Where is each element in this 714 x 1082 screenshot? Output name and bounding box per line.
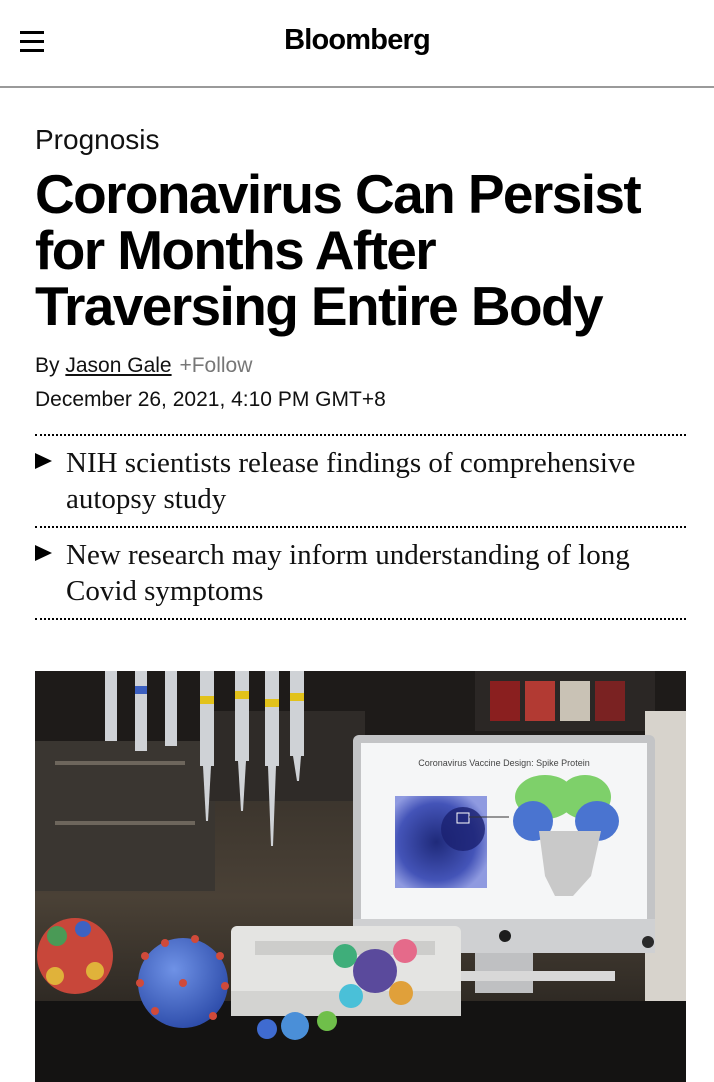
triangle-bullet-icon [35, 453, 52, 469]
publish-date: December 26, 2021, 4:10 PM GMT+8 [35, 388, 386, 411]
section-label[interactable]: Prognosis [35, 122, 160, 158]
screen-slide-title: Coronavirus Vaccine Design: Spike Protei… [418, 758, 589, 768]
byline: By Jason Gale +Follow [35, 352, 252, 380]
article-headline: Coronavirus Can Persist for Months After… [35, 163, 642, 337]
triangle-bullet-icon [35, 545, 52, 561]
monitor: Coronavirus Vaccine Design: Spike Protei… [353, 735, 655, 953]
summary-bullet-text: NIH scientists release findings of compr… [66, 447, 636, 515]
bloomberg-logo[interactable]: Bloomberg [0, 22, 714, 58]
follow-button[interactable]: +Follow [179, 354, 252, 377]
summary-bullet-text: New research may inform understanding of… [66, 539, 630, 607]
byline-prefix: By [35, 354, 60, 377]
summary-bullet: NIH scientists release findings of compr… [35, 436, 686, 528]
summary-bullet: New research may inform understanding of… [35, 528, 686, 620]
lab-photo-illustration: Coronavirus Vaccine Design: Spike Protei… [35, 671, 686, 1082]
summary-bullets: NIH scientists release findings of compr… [35, 434, 686, 620]
top-navigation-bar: Bloomberg [0, 0, 714, 88]
hero-image[interactable]: Coronavirus Vaccine Design: Spike Protei… [35, 671, 686, 1082]
author-link[interactable]: Jason Gale [65, 354, 171, 377]
virus-model-left [37, 918, 113, 994]
